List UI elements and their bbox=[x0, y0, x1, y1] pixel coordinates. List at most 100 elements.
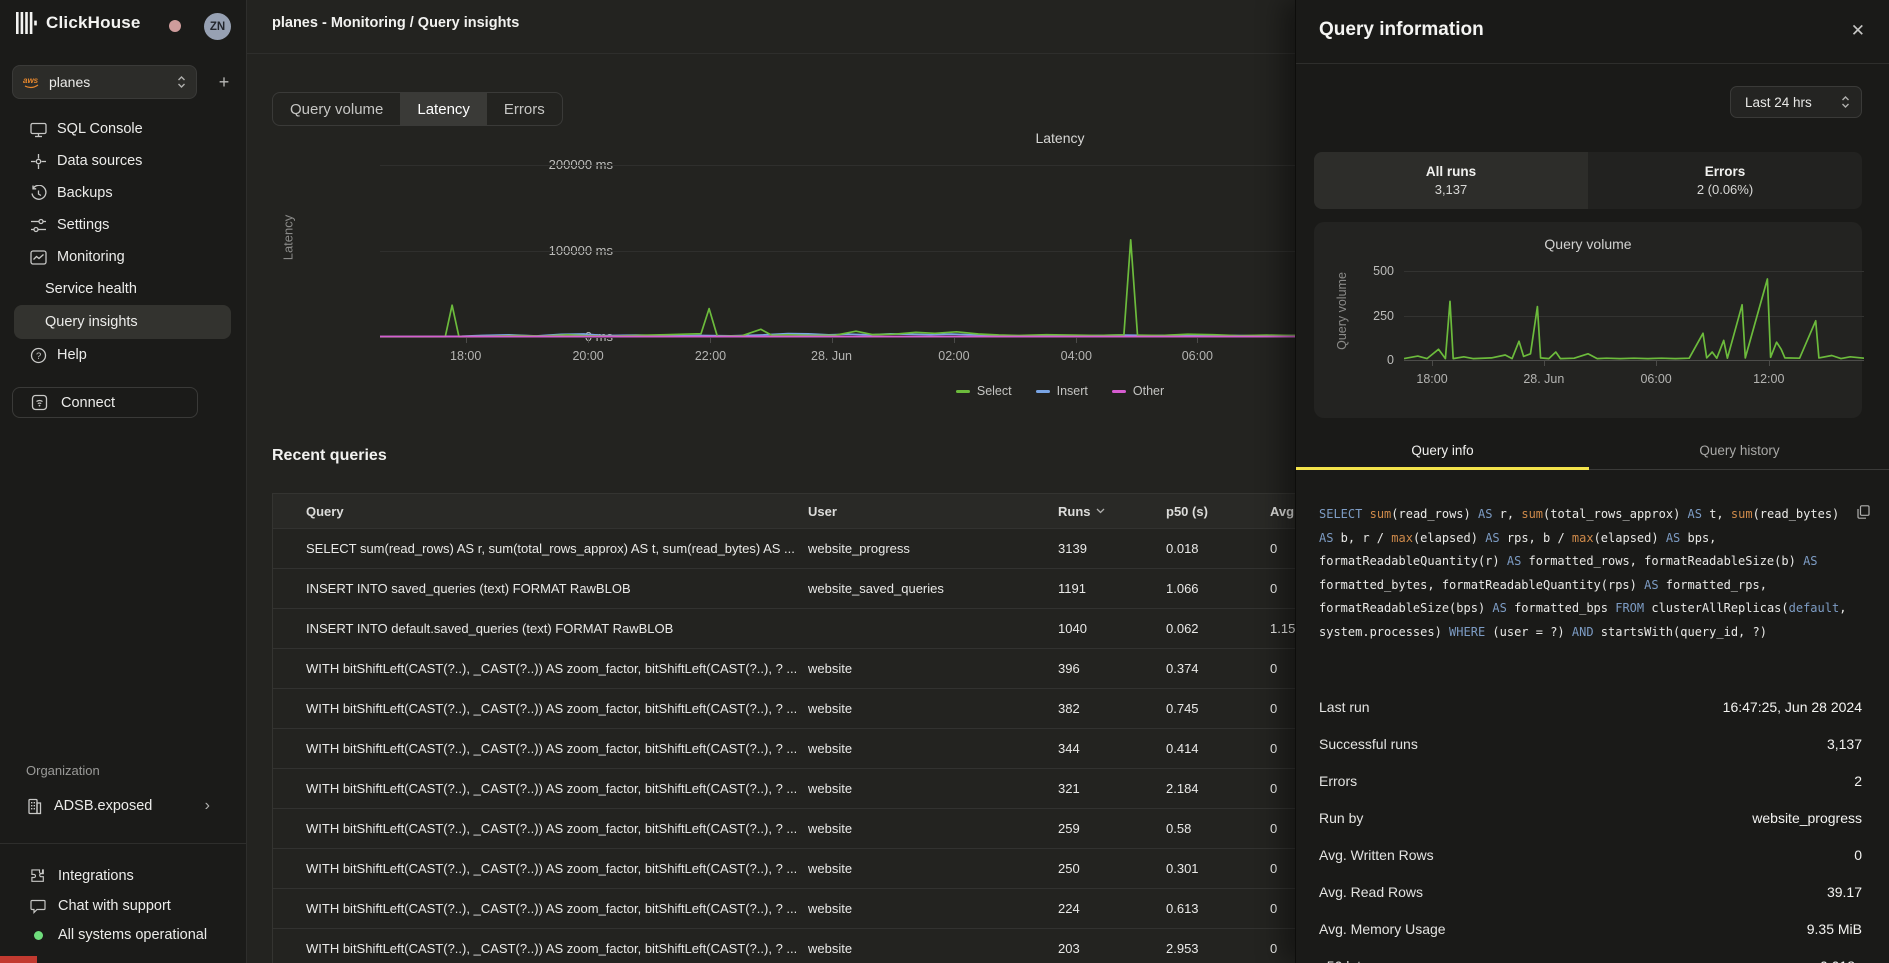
x-tick-label: 28. Jun bbox=[1509, 372, 1579, 386]
panel-title: Query information bbox=[1319, 19, 1484, 41]
organization-heading: Organization bbox=[26, 763, 100, 778]
recent-queries-title: Recent queries bbox=[272, 447, 387, 465]
segment-all-runs[interactable]: All runs 3,137 bbox=[1314, 152, 1588, 209]
add-service-button[interactable]: + bbox=[210, 68, 238, 96]
segment-errors[interactable]: Errors 2 (0.06%) bbox=[1588, 152, 1862, 209]
sidebar-item-system-status[interactable]: All systems operational bbox=[30, 923, 207, 947]
stat-label: Last run bbox=[1319, 699, 1370, 715]
sidebar-item-label: Backups bbox=[57, 185, 113, 201]
table-cell: website bbox=[808, 649, 1038, 688]
x-tick-label: 20:00 bbox=[553, 349, 623, 363]
svg-text:aws: aws bbox=[23, 76, 39, 85]
segment-value: 3,137 bbox=[1435, 182, 1468, 197]
x-tick-mark bbox=[1769, 361, 1770, 366]
table-cell: 2.953 bbox=[1166, 929, 1256, 963]
table-cell: 2.184 bbox=[1166, 769, 1256, 808]
clickhouse-cloud-screen: ClickHouse ZN aws planes + SQL Console D… bbox=[0, 0, 1889, 963]
clickhouse-logo-icon bbox=[16, 12, 37, 34]
sort-chevron-down-icon bbox=[1096, 508, 1105, 514]
table-cell: WITH bitShiftLeft(CAST(?..), _CAST(?..))… bbox=[306, 929, 796, 963]
query-information-panel: Query information ✕ Last 24 hrs All runs… bbox=[1295, 0, 1889, 963]
column-header-runs[interactable]: Runs bbox=[1058, 494, 1153, 528]
table-cell: 344 bbox=[1058, 729, 1153, 768]
x-tick-mark bbox=[466, 338, 467, 343]
table-cell: 203 bbox=[1058, 929, 1153, 963]
stat-label: Avg. Read Rows bbox=[1319, 884, 1423, 900]
tab-query-history[interactable]: Query history bbox=[1589, 432, 1889, 469]
table-cell: SELECT sum(read_rows) AS r, sum(total_ro… bbox=[306, 529, 796, 568]
sidebar-item-backups[interactable]: Backups bbox=[0, 177, 247, 209]
table-cell: 0.745 bbox=[1166, 689, 1256, 728]
sidebar-item-query-insights[interactable]: Query insights bbox=[14, 305, 231, 339]
stat-value: 0 bbox=[1854, 847, 1862, 863]
table-cell: 0.58 bbox=[1166, 809, 1256, 848]
legend-item-other[interactable]: Other bbox=[1112, 384, 1164, 398]
chevron-right-icon: › bbox=[205, 797, 210, 815]
x-tick-label: 02:00 bbox=[919, 349, 989, 363]
legend-label: Insert bbox=[1057, 384, 1088, 398]
sidebar-divider bbox=[0, 843, 247, 844]
query-volume-card: Query volume Query volume 0250500 18:002… bbox=[1314, 222, 1862, 418]
table-cell: 0.062 bbox=[1166, 609, 1256, 648]
column-header-user[interactable]: User bbox=[808, 494, 1038, 528]
query-volume-y-axis-label: Query volume bbox=[1335, 261, 1349, 361]
x-tick-mark bbox=[832, 338, 833, 343]
table-cell: website bbox=[808, 849, 1038, 888]
service-name: planes bbox=[49, 74, 177, 90]
service-selector[interactable]: aws planes bbox=[12, 65, 197, 99]
x-tick-label: 06:00 bbox=[1162, 349, 1232, 363]
table-cell: WITH bitShiftLeft(CAST(?..), _CAST(?..))… bbox=[306, 649, 796, 688]
x-tick-mark bbox=[1432, 361, 1433, 366]
tab-query-info[interactable]: Query info bbox=[1296, 432, 1589, 469]
table-cell: WITH bitShiftLeft(CAST(?..), _CAST(?..))… bbox=[306, 809, 796, 848]
sidebar-item-sql-console[interactable]: SQL Console bbox=[0, 113, 247, 145]
table-cell: 1040 bbox=[1058, 609, 1153, 648]
column-header-query[interactable]: Query bbox=[306, 494, 796, 528]
status-green-dot-icon bbox=[34, 931, 43, 940]
runs-errors-segment: All runs 3,137 Errors 2 (0.06%) bbox=[1314, 152, 1862, 209]
stat-label: Avg. Memory Usage bbox=[1319, 921, 1446, 937]
table-cell: website_saved_queries bbox=[808, 569, 1038, 608]
table-cell: WITH bitShiftLeft(CAST(?..), _CAST(?..))… bbox=[306, 689, 796, 728]
x-tick-mark bbox=[1197, 338, 1198, 343]
brand-logo: ClickHouse bbox=[16, 12, 141, 34]
copy-icon[interactable] bbox=[1857, 505, 1870, 519]
sidebar-item-help[interactable]: ? Help bbox=[0, 339, 247, 371]
x-tick-mark bbox=[710, 338, 711, 343]
stat-row: Successful runs3,137 bbox=[1319, 725, 1862, 762]
sidebar: ClickHouse ZN aws planes + SQL Console D… bbox=[0, 0, 247, 963]
close-icon[interactable]: ✕ bbox=[1851, 22, 1865, 39]
breadcrumb: planes - Monitoring / Query insights bbox=[272, 15, 519, 31]
stat-value: 3,137 bbox=[1827, 736, 1862, 752]
sidebar-item-data-sources[interactable]: Data sources bbox=[0, 145, 247, 177]
sidebar-item-monitoring[interactable]: Monitoring bbox=[0, 241, 247, 273]
legend-item-select[interactable]: Select bbox=[956, 384, 1012, 398]
sliders-icon bbox=[30, 217, 47, 234]
column-header-p50-s-[interactable]: p50 (s) bbox=[1166, 494, 1256, 528]
footer-item-label: Integrations bbox=[58, 868, 134, 884]
legend-dash-icon bbox=[1036, 390, 1050, 393]
x-tick-label: 22:00 bbox=[675, 349, 745, 363]
stat-row: Run bywebsite_progress bbox=[1319, 799, 1862, 836]
sidebar-item-chat-support[interactable]: Chat with support bbox=[30, 894, 171, 918]
sidebar-item-integrations[interactable]: Integrations bbox=[30, 864, 134, 888]
organization-switcher[interactable]: ADSB.exposed › bbox=[14, 790, 232, 822]
y-tick-label: 250 bbox=[1373, 309, 1394, 323]
user-avatar[interactable]: ZN bbox=[204, 13, 231, 40]
table-cell bbox=[808, 609, 1038, 648]
stat-value: website_progress bbox=[1752, 810, 1862, 826]
x-tick-label: 28. Jun bbox=[797, 349, 867, 363]
connect-button[interactable]: Connect bbox=[12, 387, 198, 418]
organization-icon bbox=[26, 798, 43, 815]
time-range-select[interactable]: Last 24 hrs bbox=[1730, 86, 1862, 118]
sidebar-item-label: Data sources bbox=[57, 153, 142, 169]
x-tick-label: 18:00 bbox=[431, 349, 501, 363]
legend-item-insert[interactable]: Insert bbox=[1036, 384, 1088, 398]
y-tick-label: 0 bbox=[1387, 353, 1394, 367]
legend-dash-icon bbox=[1112, 390, 1126, 393]
stat-label: Avg. Written Rows bbox=[1319, 847, 1434, 863]
sidebar-item-settings[interactable]: Settings bbox=[0, 209, 247, 241]
table-cell: website bbox=[808, 889, 1038, 928]
sidebar-item-service-health[interactable]: Service health bbox=[0, 273, 247, 305]
stat-row: p50 latency0.018s bbox=[1319, 947, 1862, 963]
